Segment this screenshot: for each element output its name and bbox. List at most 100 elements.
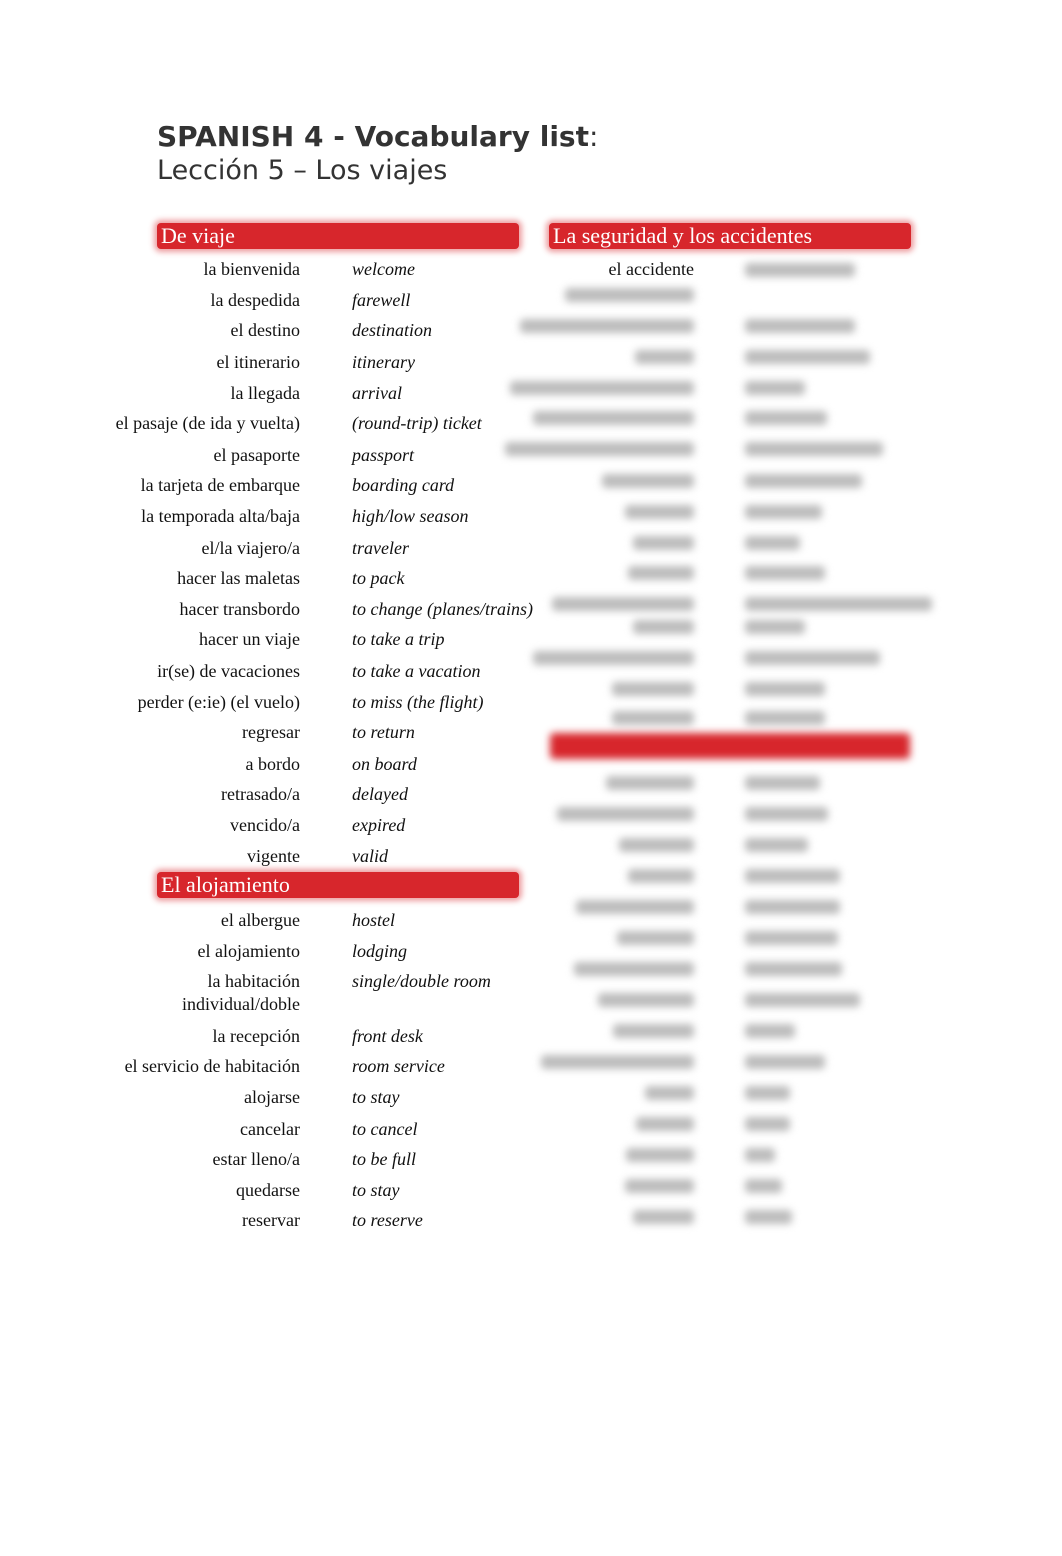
vocab-term: retrasado/a bbox=[221, 784, 300, 804]
vocab-translation: itinerary bbox=[352, 352, 415, 372]
vocab-translation: to change (planes/trains) bbox=[352, 599, 533, 619]
vocab-term: perder (e:ie) (el vuelo) bbox=[137, 692, 300, 712]
vocab-term: hacer transbordo bbox=[179, 599, 300, 619]
redacted-term bbox=[628, 869, 694, 883]
vocab-translation: to miss (the flight) bbox=[352, 692, 484, 712]
vocab-term: la despedida bbox=[210, 290, 300, 310]
redacted-translation bbox=[745, 474, 862, 488]
redacted-term bbox=[619, 838, 694, 852]
vocab-term: el/la viajero/a bbox=[201, 538, 300, 558]
vocab-term: cancelar bbox=[240, 1119, 300, 1139]
vocab-translation: single/double room bbox=[352, 971, 491, 991]
redacted-section-heading bbox=[550, 733, 910, 759]
redacted-term bbox=[606, 776, 694, 790]
redacted-term bbox=[633, 536, 694, 550]
vocab-translation: to reserve bbox=[352, 1210, 423, 1230]
vocab-term: alojarse bbox=[244, 1087, 300, 1107]
vocab-translation: valid bbox=[352, 846, 388, 866]
redacted-translation bbox=[745, 505, 822, 519]
vocab-translation: high/low season bbox=[352, 506, 469, 526]
redacted-term bbox=[625, 1179, 694, 1193]
redacted-translation bbox=[745, 900, 840, 914]
vocab-translation: front desk bbox=[352, 1026, 423, 1046]
vocab-translation: to stay bbox=[352, 1180, 400, 1200]
vocab-translation: arrival bbox=[352, 383, 403, 403]
vocab-term: el itinerario bbox=[216, 352, 300, 372]
vocab-translation: expired bbox=[352, 815, 406, 835]
redacted-translation bbox=[745, 411, 827, 425]
vocab-translation: delayed bbox=[352, 784, 408, 804]
vocab-translation: (round-trip) ticket bbox=[352, 413, 482, 433]
vocab-term: regresar bbox=[242, 722, 300, 742]
redacted-term bbox=[505, 442, 694, 456]
vocab-term: el pasaje (de ida y vuelta) bbox=[115, 413, 300, 433]
redacted-translation bbox=[745, 1024, 795, 1038]
redacted-term bbox=[602, 474, 694, 488]
redacted-translation bbox=[745, 1179, 782, 1193]
redacted-term bbox=[533, 651, 694, 665]
section-heading-alojamiento: El alojamiento bbox=[157, 872, 519, 898]
section-heading-de-viaje: De viaje bbox=[157, 223, 519, 249]
vocab-translation: to take a vacation bbox=[352, 661, 481, 681]
redacted-term bbox=[565, 288, 694, 302]
vocab-translation: passport bbox=[352, 445, 415, 465]
redacted-translation bbox=[745, 620, 805, 634]
redacted-translation bbox=[745, 566, 825, 580]
redacted-translation bbox=[745, 350, 870, 364]
vocab-translation: to cancel bbox=[352, 1119, 418, 1139]
vocab-term: la habitación bbox=[207, 971, 300, 991]
vocab-term: la llegada bbox=[230, 383, 300, 403]
redacted-term bbox=[613, 1024, 694, 1038]
redacted-translation bbox=[745, 807, 828, 821]
redacted-translation bbox=[745, 597, 932, 611]
redacted-translation bbox=[745, 993, 860, 1007]
redacted-term bbox=[633, 620, 694, 634]
redacted-translation bbox=[745, 263, 855, 277]
vocab-term-continued: individual/doble bbox=[182, 994, 300, 1014]
vocab-term: hacer un viaje bbox=[199, 629, 300, 649]
vocab-term: ir(se) de vacaciones bbox=[157, 661, 300, 681]
vocab-term: el destino bbox=[230, 320, 301, 340]
redacted-term bbox=[612, 682, 694, 696]
redacted-term bbox=[625, 505, 694, 519]
redacted-term bbox=[541, 1055, 694, 1069]
vocab-term: el pasaporte bbox=[213, 445, 300, 465]
redacted-translation bbox=[745, 1055, 825, 1069]
redacted-term bbox=[552, 597, 694, 611]
redacted-translation bbox=[745, 869, 840, 883]
redacted-term bbox=[533, 411, 694, 425]
redacted-term bbox=[628, 566, 694, 580]
vocab-translation: to be full bbox=[352, 1149, 416, 1169]
vocab-term: la temporada alta/baja bbox=[141, 506, 300, 526]
vocab-translation: lodging bbox=[352, 941, 408, 961]
vocab-term: quedarse bbox=[236, 1180, 300, 1200]
redacted-term bbox=[626, 1148, 694, 1162]
vocab-translation: traveler bbox=[352, 538, 409, 558]
redacted-translation bbox=[745, 931, 838, 945]
redacted-term bbox=[617, 931, 694, 945]
redacted-translation bbox=[745, 1086, 790, 1100]
redacted-term bbox=[598, 993, 694, 1007]
redacted-translation bbox=[745, 651, 880, 665]
redacted-term bbox=[645, 1086, 694, 1100]
vocab-term: la recepción bbox=[212, 1026, 300, 1046]
redacted-term bbox=[635, 350, 694, 364]
redacted-translation bbox=[745, 1210, 792, 1224]
redacted-translation bbox=[745, 381, 805, 395]
redacted-translation bbox=[745, 1117, 790, 1131]
page-title: SPANISH 4 - Vocabulary list: bbox=[157, 120, 599, 153]
vocab-translation: to stay bbox=[352, 1087, 400, 1107]
redacted-term bbox=[633, 1210, 694, 1224]
redacted-translation bbox=[745, 838, 808, 852]
redacted-term bbox=[612, 711, 694, 725]
vocab-translation: welcome bbox=[352, 259, 415, 279]
vocab-term: a bordo bbox=[245, 754, 300, 774]
vocab-translation: to return bbox=[352, 722, 415, 742]
redacted-translation bbox=[745, 319, 855, 333]
vocab-term: el albergue bbox=[220, 910, 300, 930]
vocab-term: estar lleno/a bbox=[212, 1149, 300, 1169]
vocab-translation: to take a trip bbox=[352, 629, 445, 649]
vocab-term: la tarjeta de embarque bbox=[140, 475, 300, 495]
redacted-translation bbox=[745, 962, 842, 976]
redacted-term bbox=[557, 807, 694, 821]
